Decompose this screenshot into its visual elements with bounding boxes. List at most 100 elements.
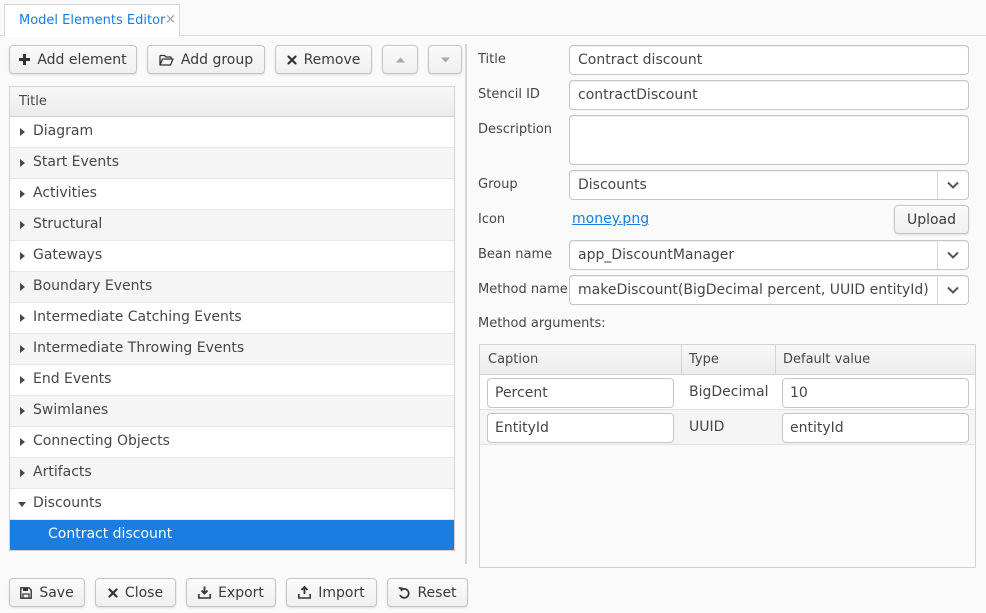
tree-row-contract-discount[interactable]: Contract discount xyxy=(10,520,454,550)
expand-arrow-icon[interactable] xyxy=(20,128,25,136)
tab-close-icon[interactable]: × xyxy=(165,12,176,27)
tree-row-diagram[interactable]: Diagram xyxy=(10,117,454,148)
tree-row-label: Boundary Events xyxy=(33,278,153,294)
add-element-button[interactable]: Add element xyxy=(9,45,137,74)
expand-arrow-icon[interactable] xyxy=(20,438,25,446)
group-dropdown-button[interactable] xyxy=(937,171,968,199)
stencil-id-value: contractDiscount xyxy=(578,87,698,103)
tree-row-label: Structural xyxy=(33,216,103,232)
undo-icon xyxy=(398,586,410,599)
add-group-label: Add group xyxy=(180,51,254,68)
default-value: 10 xyxy=(790,385,808,401)
column-separator xyxy=(681,345,682,375)
tree-row-activities[interactable]: Activities xyxy=(10,179,454,210)
type-cell: BigDecimal xyxy=(689,384,769,400)
expand-arrow-icon[interactable] xyxy=(20,221,25,229)
bean-name-select[interactable]: app_DiscountManager xyxy=(569,240,969,270)
tree-row-label: Start Events xyxy=(33,154,120,170)
plus-icon xyxy=(19,54,31,65)
download-icon xyxy=(198,586,212,599)
icon-file-link[interactable]: money.png xyxy=(572,211,649,227)
chevron-down-icon xyxy=(947,177,959,193)
move-up-button[interactable] xyxy=(382,45,418,74)
table-header: Caption Type Default value xyxy=(480,345,975,375)
upload-icon xyxy=(298,586,312,599)
tree-row-label: Discounts xyxy=(33,495,102,511)
bean-dropdown-button[interactable] xyxy=(937,241,968,269)
bean-name-value: app_DiscountManager xyxy=(578,247,735,263)
expand-arrow-icon[interactable] xyxy=(20,314,25,322)
column-default-value[interactable]: Default value xyxy=(783,352,870,367)
group-label: Group xyxy=(478,177,518,192)
tree-row-end-events[interactable]: End Events xyxy=(10,365,454,396)
save-button[interactable]: Save xyxy=(9,578,85,607)
description-label: Description xyxy=(478,122,553,137)
caption-input[interactable]: Percent xyxy=(487,378,674,408)
remove-label: Remove xyxy=(303,51,361,68)
default-value-input[interactable]: 10 xyxy=(782,378,969,408)
tab-model-elements-editor[interactable]: Model Elements Editor × xyxy=(4,4,180,37)
add-group-button[interactable]: Add group xyxy=(147,45,265,74)
table-row[interactable]: Percent BigDecimal 10 xyxy=(480,375,975,410)
expand-arrow-icon[interactable] xyxy=(20,252,25,260)
save-label: Save xyxy=(39,584,74,601)
tree-row-intermediate-catching-events[interactable]: Intermediate Catching Events xyxy=(10,303,454,334)
title-field[interactable]: Contract discount xyxy=(569,45,969,75)
reset-button[interactable]: Reset xyxy=(387,578,468,607)
tree-row-swimlanes[interactable]: Swimlanes xyxy=(10,396,454,427)
expand-arrow-icon[interactable] xyxy=(20,159,25,167)
move-down-button[interactable] xyxy=(428,45,462,74)
tree-row-artifacts[interactable]: Artifacts xyxy=(10,458,454,489)
column-caption[interactable]: Caption xyxy=(488,352,538,367)
default-value-input[interactable]: entityId xyxy=(782,413,969,443)
expand-arrow-icon[interactable] xyxy=(20,190,25,198)
method-name-select[interactable]: makeDiscount(BigDecimal percent, UUID en… xyxy=(569,275,969,305)
close-label: Close xyxy=(124,584,164,601)
tree-row-gateways[interactable]: Gateways xyxy=(10,241,454,272)
stencil-id-field[interactable]: contractDiscount xyxy=(569,80,969,110)
tree-row-boundary-events[interactable]: Boundary Events xyxy=(10,272,454,303)
expand-arrow-icon[interactable] xyxy=(20,407,25,415)
expand-arrow-icon[interactable] xyxy=(20,345,25,353)
tree-header[interactable]: Title xyxy=(10,87,454,117)
tree-row-label: Gateways xyxy=(33,247,103,263)
upload-button[interactable]: Upload xyxy=(894,205,969,234)
tree-row-discounts[interactable]: Discounts xyxy=(10,489,454,520)
expand-arrow-icon[interactable] xyxy=(20,469,25,477)
collapse-arrow-icon[interactable] xyxy=(18,502,26,507)
tree-row-label: Artifacts xyxy=(33,464,92,480)
add-element-label: Add element xyxy=(37,51,127,68)
tree-row-label: End Events xyxy=(33,371,112,387)
upload-label: Upload xyxy=(906,211,957,228)
tree-row-start-events[interactable]: Start Events xyxy=(10,148,454,179)
table-row[interactable]: EntityId UUID entityId xyxy=(480,410,975,445)
expand-arrow-icon[interactable] xyxy=(20,376,25,384)
tree-row-intermediate-throwing-events[interactable]: Intermediate Throwing Events xyxy=(10,334,454,365)
split-divider[interactable] xyxy=(465,44,467,564)
export-button[interactable]: Export xyxy=(186,578,276,607)
group-select[interactable]: Discounts xyxy=(569,170,969,200)
expand-arrow-icon[interactable] xyxy=(20,283,25,291)
export-label: Export xyxy=(218,584,264,601)
tree-row-label: Swimlanes xyxy=(33,402,109,418)
tree-row-label: Diagram xyxy=(33,123,94,139)
stencil-id-label: Stencil ID xyxy=(478,87,540,102)
column-separator xyxy=(775,345,776,375)
tree-header-title: Title xyxy=(19,94,47,109)
caption-value: EntityId xyxy=(495,420,549,436)
import-button[interactable]: Import xyxy=(286,578,377,607)
import-label: Import xyxy=(318,584,365,601)
method-dropdown-button[interactable] xyxy=(937,276,968,304)
tree-row-structural[interactable]: Structural xyxy=(10,210,454,241)
close-button[interactable]: Close xyxy=(95,578,176,607)
description-field[interactable] xyxy=(569,115,969,165)
tree-row-connecting-objects[interactable]: Connecting Objects xyxy=(10,427,454,458)
default-value: entityId xyxy=(790,420,844,436)
remove-button[interactable]: Remove xyxy=(275,45,372,74)
elements-tree[interactable]: Title Diagram Start Events Activities St… xyxy=(9,86,455,551)
method-name-value: makeDiscount(BigDecimal percent, UUID en… xyxy=(578,282,929,298)
caption-input[interactable]: EntityId xyxy=(487,413,674,443)
title-field-value: Contract discount xyxy=(578,52,703,68)
column-type[interactable]: Type xyxy=(689,352,719,367)
method-arguments-table[interactable]: Caption Type Default value Percent BigDe… xyxy=(479,344,976,568)
